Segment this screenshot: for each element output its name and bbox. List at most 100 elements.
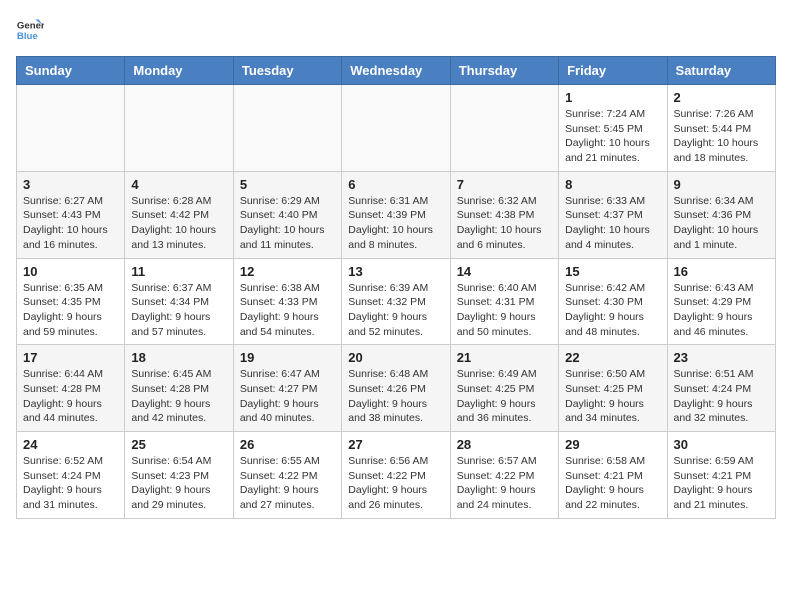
calendar-cell: 28Sunrise: 6:57 AM Sunset: 4:22 PM Dayli… bbox=[450, 432, 558, 519]
calendar-cell: 30 Sunrise: 6:59 AM Sunset: 4:21 PM Dayli… bbox=[667, 432, 775, 519]
day-info: Sunrise: 6:43 AM Sunset: 4:29 PM Dayligh… bbox=[674, 281, 769, 340]
calendar-cell: 8 Sunrise: 6:33 AM Sunset: 4:37 PM Daylig… bbox=[559, 171, 667, 258]
calendar-cell: 14Sunrise: 6:40 AM Sunset: 4:31 PM Dayli… bbox=[450, 258, 558, 345]
day-number: 26 bbox=[240, 437, 335, 452]
day-number: 11 bbox=[131, 264, 226, 279]
day-number: 15 bbox=[565, 264, 660, 279]
day-number: 14 bbox=[457, 264, 552, 279]
day-number: 19 bbox=[240, 350, 335, 365]
column-header-thursday: Thursday bbox=[450, 57, 558, 85]
calendar-cell: 17 Sunrise: 6:44 AM Sunset: 4:28 PM Dayli… bbox=[17, 345, 125, 432]
day-number: 20 bbox=[348, 350, 443, 365]
calendar-cell bbox=[450, 85, 558, 172]
calendar-cell: 12 Sunrise: 6:38 AM Sunset: 4:33 PM Dayli… bbox=[233, 258, 341, 345]
calendar-week-row: 24 Sunrise: 6:52 AM Sunset: 4:24 PM Dayli… bbox=[17, 432, 776, 519]
calendar-cell bbox=[125, 85, 233, 172]
column-header-tuesday: Tuesday bbox=[233, 57, 341, 85]
column-header-friday: Friday bbox=[559, 57, 667, 85]
day-number: 12 bbox=[240, 264, 335, 279]
day-info: Sunrise: 6:35 AM Sunset: 4:35 PM Dayligh… bbox=[23, 281, 118, 340]
day-info: Sunrise: 7:26 AM Sunset: 5:44 PM Dayligh… bbox=[674, 107, 769, 166]
day-number: 27 bbox=[348, 437, 443, 452]
day-number: 29 bbox=[565, 437, 660, 452]
day-info: Sunrise: 6:44 AM Sunset: 4:28 PM Dayligh… bbox=[23, 367, 118, 426]
day-info: Sunrise: 6:50 AM Sunset: 4:25 PM Dayligh… bbox=[565, 367, 660, 426]
calendar-cell: 7 Sunrise: 6:32 AM Sunset: 4:38 PM Daylig… bbox=[450, 171, 558, 258]
logo: General Blue bbox=[16, 16, 44, 44]
calendar-cell: 16 Sunrise: 6:43 AM Sunset: 4:29 PM Dayli… bbox=[667, 258, 775, 345]
day-info: Sunrise: 6:59 AM Sunset: 4:21 PM Dayligh… bbox=[674, 454, 769, 513]
day-info: Sunrise: 6:27 AM Sunset: 4:43 PM Dayligh… bbox=[23, 194, 118, 253]
calendar-week-row: 17 Sunrise: 6:44 AM Sunset: 4:28 PM Dayli… bbox=[17, 345, 776, 432]
day-info: Sunrise: 6:45 AM Sunset: 4:28 PM Dayligh… bbox=[131, 367, 226, 426]
calendar-cell: 6 Sunrise: 6:31 AM Sunset: 4:39 PM Daylig… bbox=[342, 171, 450, 258]
column-header-monday: Monday bbox=[125, 57, 233, 85]
day-info: Sunrise: 6:54 AM Sunset: 4:23 PM Dayligh… bbox=[131, 454, 226, 513]
day-info: Sunrise: 7:24 AM Sunset: 5:45 PM Dayligh… bbox=[565, 107, 660, 166]
calendar-cell: 4 Sunrise: 6:28 AM Sunset: 4:42 PM Daylig… bbox=[125, 171, 233, 258]
calendar-cell: 27 Sunrise: 6:56 AM Sunset: 4:22 PM Dayli… bbox=[342, 432, 450, 519]
calendar-table: SundayMondayTuesdayWednesdayThursdayFrid… bbox=[16, 56, 776, 519]
day-number: 25 bbox=[131, 437, 226, 452]
calendar-cell: 18 Sunrise: 6:45 AM Sunset: 4:28 PM Dayli… bbox=[125, 345, 233, 432]
day-number: 22 bbox=[565, 350, 660, 365]
day-number: 6 bbox=[348, 177, 443, 192]
day-number: 5 bbox=[240, 177, 335, 192]
calendar-cell: 29 Sunrise: 6:58 AM Sunset: 4:21 PM Dayli… bbox=[559, 432, 667, 519]
day-info: Sunrise: 6:37 AM Sunset: 4:34 PM Dayligh… bbox=[131, 281, 226, 340]
day-number: 4 bbox=[131, 177, 226, 192]
day-info: Sunrise: 6:42 AM Sunset: 4:30 PM Dayligh… bbox=[565, 281, 660, 340]
calendar-cell bbox=[233, 85, 341, 172]
calendar-week-row: 1Sunrise: 7:24 AM Sunset: 5:45 PM Daylig… bbox=[17, 85, 776, 172]
calendar-cell: 3Sunrise: 6:27 AM Sunset: 4:43 PM Daylig… bbox=[17, 171, 125, 258]
calendar-cell: 25 Sunrise: 6:54 AM Sunset: 4:23 PM Dayli… bbox=[125, 432, 233, 519]
day-number: 17 bbox=[23, 350, 118, 365]
calendar-header-row: SundayMondayTuesdayWednesdayThursdayFrid… bbox=[17, 57, 776, 85]
day-info: Sunrise: 6:28 AM Sunset: 4:42 PM Dayligh… bbox=[131, 194, 226, 253]
day-info: Sunrise: 6:32 AM Sunset: 4:38 PM Dayligh… bbox=[457, 194, 552, 253]
calendar-cell: 9 Sunrise: 6:34 AM Sunset: 4:36 PM Daylig… bbox=[667, 171, 775, 258]
day-info: Sunrise: 6:47 AM Sunset: 4:27 PM Dayligh… bbox=[240, 367, 335, 426]
logo-icon: General Blue bbox=[16, 16, 44, 44]
day-number: 7 bbox=[457, 177, 552, 192]
day-number: 23 bbox=[674, 350, 769, 365]
day-number: 13 bbox=[348, 264, 443, 279]
calendar-cell: 10Sunrise: 6:35 AM Sunset: 4:35 PM Dayli… bbox=[17, 258, 125, 345]
calendar-week-row: 3Sunrise: 6:27 AM Sunset: 4:43 PM Daylig… bbox=[17, 171, 776, 258]
day-info: Sunrise: 6:29 AM Sunset: 4:40 PM Dayligh… bbox=[240, 194, 335, 253]
calendar-cell: 26Sunrise: 6:55 AM Sunset: 4:22 PM Dayli… bbox=[233, 432, 341, 519]
day-number: 21 bbox=[457, 350, 552, 365]
calendar-cell bbox=[17, 85, 125, 172]
calendar-cell: 1Sunrise: 7:24 AM Sunset: 5:45 PM Daylig… bbox=[559, 85, 667, 172]
day-info: Sunrise: 6:52 AM Sunset: 4:24 PM Dayligh… bbox=[23, 454, 118, 513]
calendar-cell: 22 Sunrise: 6:50 AM Sunset: 4:25 PM Dayli… bbox=[559, 345, 667, 432]
day-info: Sunrise: 6:56 AM Sunset: 4:22 PM Dayligh… bbox=[348, 454, 443, 513]
day-number: 8 bbox=[565, 177, 660, 192]
day-info: Sunrise: 6:39 AM Sunset: 4:32 PM Dayligh… bbox=[348, 281, 443, 340]
svg-text:Blue: Blue bbox=[17, 31, 38, 42]
day-info: Sunrise: 6:57 AM Sunset: 4:22 PM Dayligh… bbox=[457, 454, 552, 513]
calendar-cell: 15 Sunrise: 6:42 AM Sunset: 4:30 PM Dayli… bbox=[559, 258, 667, 345]
calendar-cell: 2Sunrise: 7:26 AM Sunset: 5:44 PM Daylig… bbox=[667, 85, 775, 172]
day-info: Sunrise: 6:51 AM Sunset: 4:24 PM Dayligh… bbox=[674, 367, 769, 426]
day-number: 30 bbox=[674, 437, 769, 452]
calendar-cell: 20Sunrise: 6:48 AM Sunset: 4:26 PM Dayli… bbox=[342, 345, 450, 432]
day-info: Sunrise: 6:58 AM Sunset: 4:21 PM Dayligh… bbox=[565, 454, 660, 513]
calendar-cell: 24 Sunrise: 6:52 AM Sunset: 4:24 PM Dayli… bbox=[17, 432, 125, 519]
calendar-cell: 11 Sunrise: 6:37 AM Sunset: 4:34 PM Dayli… bbox=[125, 258, 233, 345]
day-info: Sunrise: 6:33 AM Sunset: 4:37 PM Dayligh… bbox=[565, 194, 660, 253]
day-number: 9 bbox=[674, 177, 769, 192]
calendar-cell: 5 Sunrise: 6:29 AM Sunset: 4:40 PM Daylig… bbox=[233, 171, 341, 258]
column-header-saturday: Saturday bbox=[667, 57, 775, 85]
day-number: 18 bbox=[131, 350, 226, 365]
day-number: 24 bbox=[23, 437, 118, 452]
calendar-cell: 13 Sunrise: 6:39 AM Sunset: 4:32 PM Dayli… bbox=[342, 258, 450, 345]
page-header: General Blue bbox=[16, 16, 776, 44]
calendar-cell bbox=[342, 85, 450, 172]
day-info: Sunrise: 6:38 AM Sunset: 4:33 PM Dayligh… bbox=[240, 281, 335, 340]
day-number: 16 bbox=[674, 264, 769, 279]
calendar-week-row: 10Sunrise: 6:35 AM Sunset: 4:35 PM Dayli… bbox=[17, 258, 776, 345]
column-header-sunday: Sunday bbox=[17, 57, 125, 85]
day-info: Sunrise: 6:31 AM Sunset: 4:39 PM Dayligh… bbox=[348, 194, 443, 253]
day-info: Sunrise: 6:34 AM Sunset: 4:36 PM Dayligh… bbox=[674, 194, 769, 253]
